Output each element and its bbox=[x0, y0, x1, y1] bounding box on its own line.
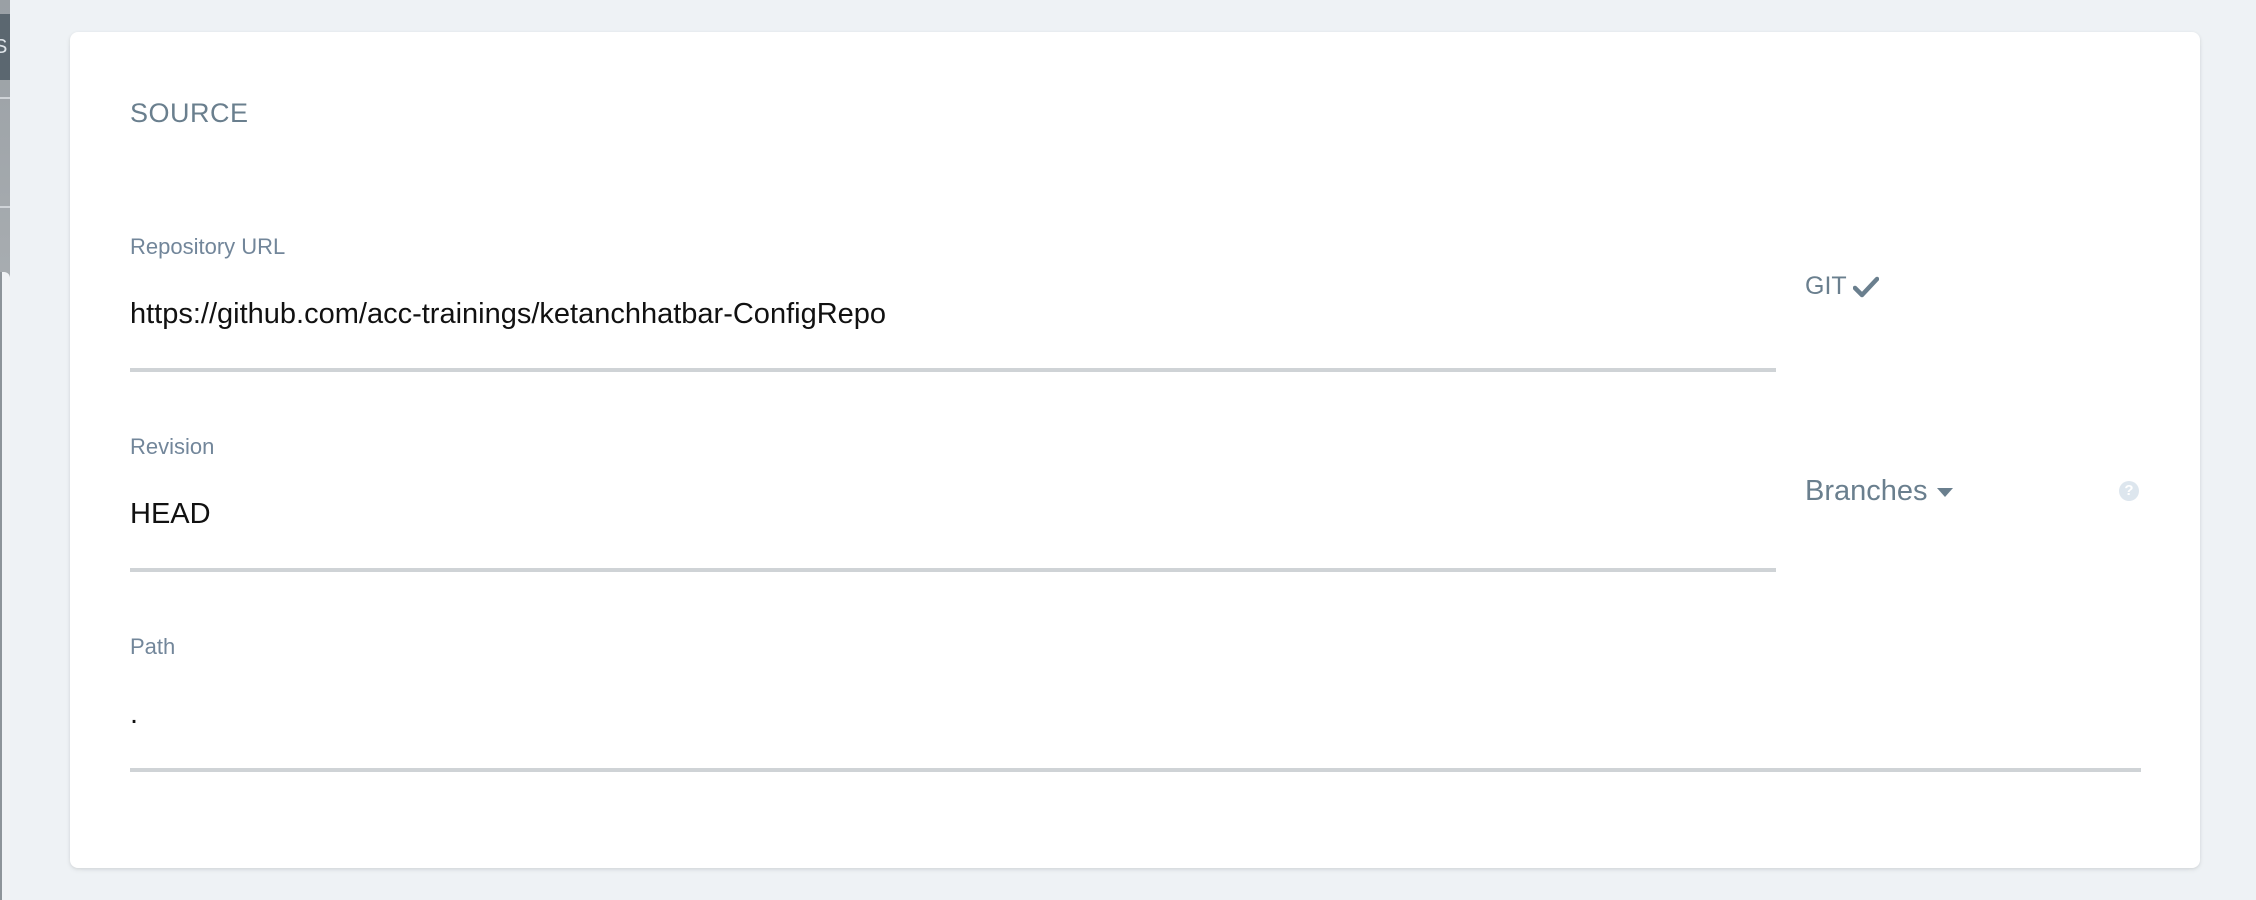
path-label: Path bbox=[130, 634, 176, 659]
section-title: SOURCE bbox=[130, 98, 249, 128]
check-icon bbox=[1852, 276, 1879, 298]
background-panel-notch bbox=[0, 272, 10, 900]
background-panel-divider bbox=[0, 206, 10, 208]
source-card: SOURCE Repository URL https://github.com… bbox=[70, 32, 2200, 868]
path-input[interactable]: . bbox=[130, 698, 138, 731]
repository-url-label: Repository URL bbox=[130, 234, 286, 259]
repo-type-indicator: GIT bbox=[1805, 272, 1879, 301]
path-field[interactable]: Path . bbox=[130, 602, 2141, 772]
revision-field[interactable]: Revision HEAD bbox=[130, 402, 1776, 572]
branches-dropdown[interactable]: Branches bbox=[1805, 475, 1954, 508]
repository-url-underline bbox=[130, 368, 1776, 372]
background-panel-tab: S bbox=[0, 14, 10, 80]
question-circle-icon[interactable]: ? bbox=[2119, 481, 2139, 501]
repo-type-label: GIT bbox=[1805, 272, 1847, 300]
background-panel-edge: S bbox=[0, 0, 10, 900]
path-underline bbox=[130, 768, 2141, 772]
revision-underline bbox=[130, 568, 1776, 572]
background-panel-divider bbox=[0, 97, 10, 99]
branches-dropdown-label: Branches bbox=[1805, 475, 1928, 507]
repository-url-input[interactable]: https://github.com/acc-trainings/ketanch… bbox=[130, 298, 886, 331]
caret-down-icon bbox=[1936, 486, 1954, 498]
repository-url-field[interactable]: Repository URL https://github.com/acc-tr… bbox=[130, 202, 1776, 372]
revision-label: Revision bbox=[130, 434, 215, 459]
revision-input[interactable]: HEAD bbox=[130, 498, 211, 531]
